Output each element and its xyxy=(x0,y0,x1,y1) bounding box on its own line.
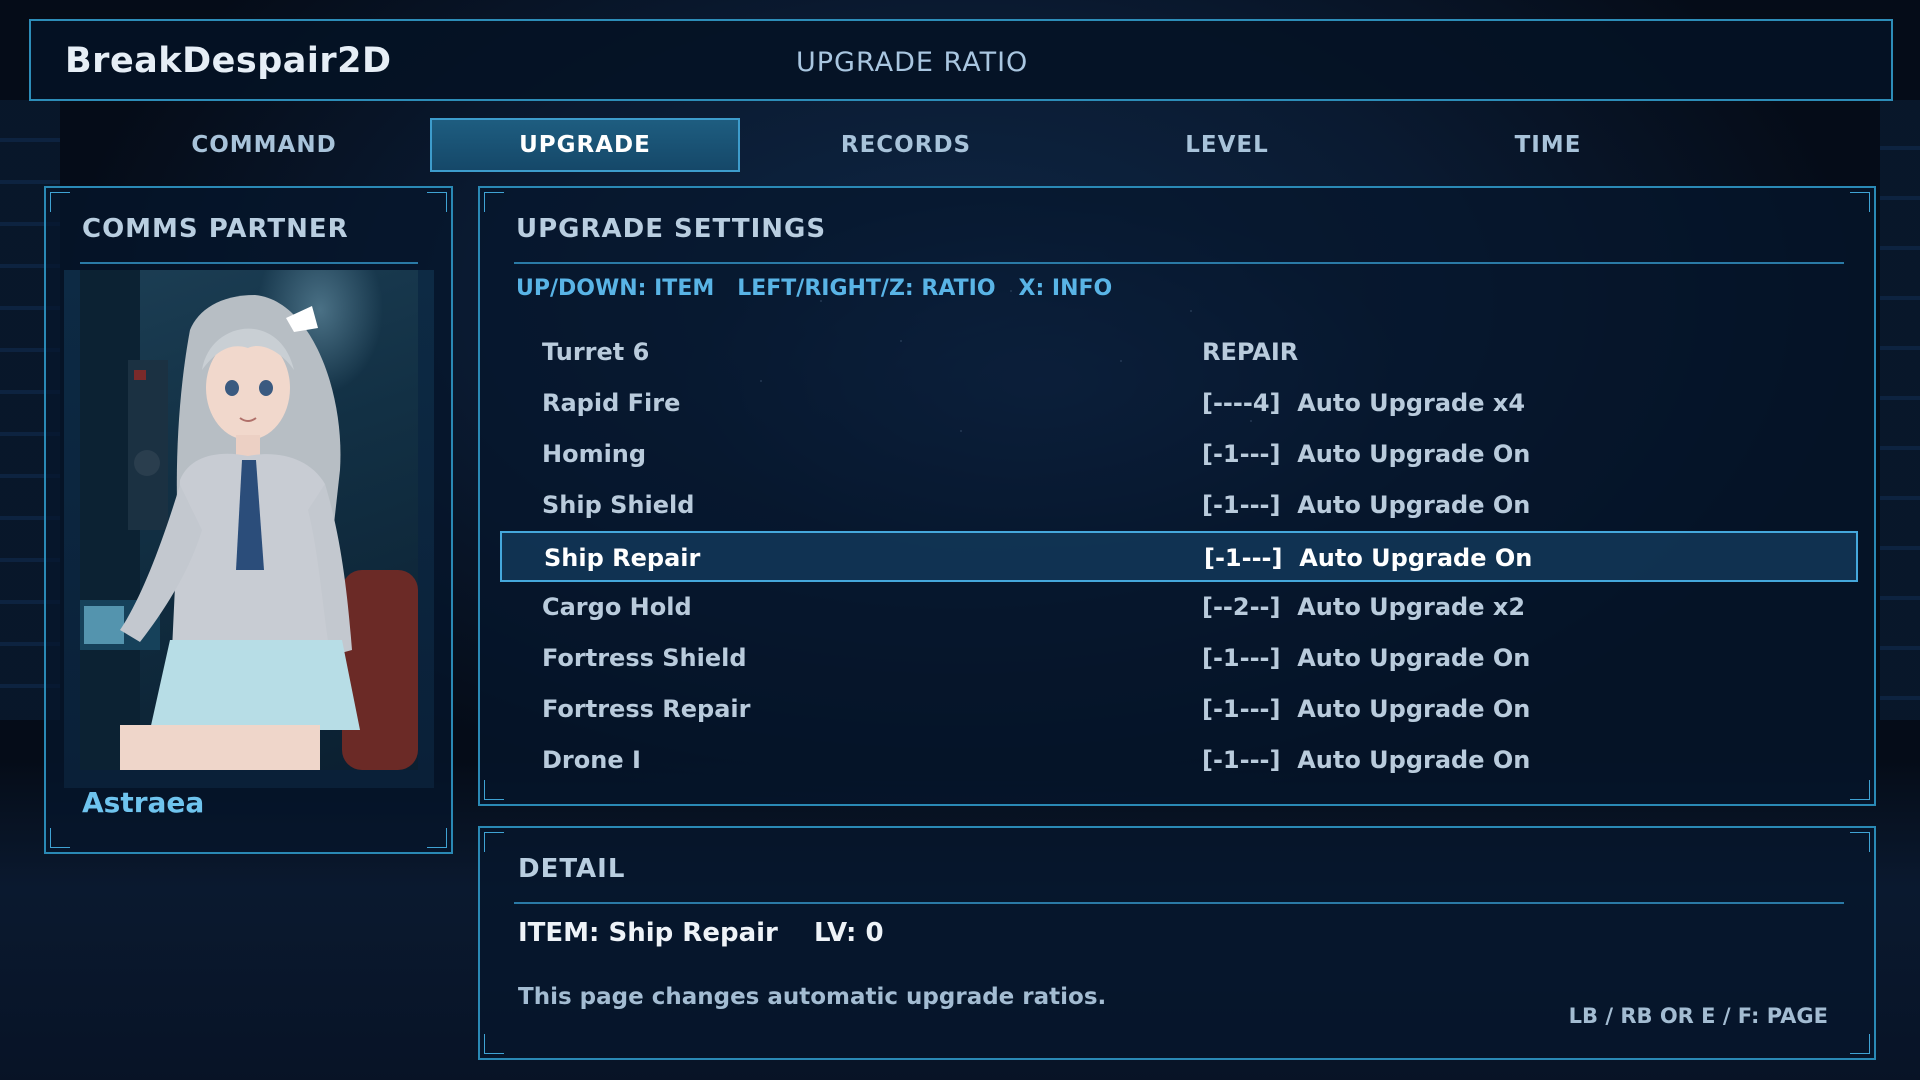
tab-level[interactable]: LEVEL xyxy=(1072,118,1382,172)
upgrade-row-value: [-1---] Auto Upgrade On xyxy=(1202,644,1531,672)
upgrade-row-value: [-1---] Auto Upgrade On xyxy=(1202,491,1531,519)
upgrade-row-fortress-repair[interactable]: Fortress Repair [-1---] Auto Upgrade On xyxy=(500,684,1858,735)
tab-command[interactable]: COMMAND xyxy=(109,118,419,172)
upgrade-row-turret-6[interactable]: Turret 6 REPAIR xyxy=(500,327,1858,378)
upgrade-row-value: [-1---] Auto Upgrade On xyxy=(1202,746,1531,774)
upgrade-row-name: Cargo Hold xyxy=(542,593,692,621)
upgrade-row-drone-i[interactable]: Drone I [-1---] Auto Upgrade On xyxy=(500,735,1858,786)
corner-bracket-icon xyxy=(50,828,70,848)
corner-bracket-icon xyxy=(50,192,70,212)
tab-upgrade[interactable]: UPGRADE xyxy=(430,118,740,172)
corner-bracket-icon xyxy=(427,828,447,848)
background-wall-right xyxy=(1880,100,1920,720)
comms-partner-title: COMMS PARTNER xyxy=(82,214,349,244)
corner-bracket-icon xyxy=(484,1034,504,1054)
divider xyxy=(514,902,1844,904)
upgrade-row-value: [-1---] Auto Upgrade On xyxy=(1202,440,1531,468)
upgrade-row-homing[interactable]: Homing [-1---] Auto Upgrade On xyxy=(500,429,1858,480)
upgrade-row-name: Fortress Repair xyxy=(542,695,751,723)
divider xyxy=(514,262,1844,264)
detail-description: This page changes automatic upgrade rati… xyxy=(518,984,1107,1010)
corner-bracket-icon xyxy=(484,832,504,852)
divider xyxy=(80,262,418,264)
upgrade-row-name: Homing xyxy=(542,440,647,468)
upgrade-row-value: REPAIR xyxy=(1202,338,1299,366)
portrait-frame xyxy=(64,270,434,788)
partner-name: Astraea xyxy=(82,786,205,819)
detail-panel: DETAIL ITEM: Ship Repair LV: 0 This page… xyxy=(478,826,1876,1060)
upgrade-settings-panel: UPGRADE SETTINGS UP/DOWN: ITEM LEFT/RIGH… xyxy=(478,186,1876,806)
detail-title: DETAIL xyxy=(518,854,626,884)
upgrade-row-name: Ship Shield xyxy=(542,491,695,519)
upgrade-row-name: Drone I xyxy=(542,746,641,774)
tab-records[interactable]: RECORDS xyxy=(751,118,1061,172)
tab-bar: COMMAND UPGRADE RECORDS LEVEL TIME xyxy=(0,118,1920,172)
upgrade-row-ship-repair[interactable]: Ship Repair [-1---] Auto Upgrade On xyxy=(500,531,1858,582)
upgrade-row-name: Ship Repair xyxy=(544,544,701,572)
upgrade-row-value: [--2--] Auto Upgrade x2 xyxy=(1202,593,1526,621)
page-title: UPGRADE RATIO xyxy=(796,47,1029,78)
comms-partner-panel: COMMS PARTNER Astraea xyxy=(44,186,453,854)
corner-bracket-icon xyxy=(1850,832,1870,852)
detail-item-line: ITEM: Ship Repair LV: 0 xyxy=(518,918,884,948)
game-title: BreakDespair2D xyxy=(65,41,392,81)
partner-portrait xyxy=(80,270,418,770)
upgrade-row-ship-shield[interactable]: Ship Shield [-1---] Auto Upgrade On xyxy=(500,480,1858,531)
upgrade-row-cargo-hold[interactable]: Cargo Hold [--2--] Auto Upgrade x2 xyxy=(500,582,1858,633)
corner-bracket-icon xyxy=(484,192,504,212)
upgrade-row-name: Fortress Shield xyxy=(542,644,747,672)
corner-bracket-icon xyxy=(1850,192,1870,212)
upgrade-row-rapid-fire[interactable]: Rapid Fire [----4] Auto Upgrade x4 xyxy=(500,378,1858,429)
upgrade-row-value: [-1---] Auto Upgrade On xyxy=(1202,695,1531,723)
upgrade-row-name: Turret 6 xyxy=(542,338,650,366)
tab-time[interactable]: TIME xyxy=(1393,118,1703,172)
upgrade-row-fortress-shield[interactable]: Fortress Shield [-1---] Auto Upgrade On xyxy=(500,633,1858,684)
header-bar: BreakDespair2D UPGRADE RATIO xyxy=(29,19,1893,101)
corner-bracket-icon xyxy=(427,192,447,212)
upgrade-row-value: [-1---] Auto Upgrade On xyxy=(1204,544,1533,572)
upgrade-row-value: [----4] Auto Upgrade x4 xyxy=(1202,389,1526,417)
page-hint: LB / RB OR E / F: PAGE xyxy=(1568,1004,1828,1028)
upgrade-row-name: Rapid Fire xyxy=(542,389,681,417)
corner-bracket-icon xyxy=(1850,1034,1870,1054)
controls-hint: UP/DOWN: ITEM LEFT/RIGHT/Z: RATIO X: INF… xyxy=(516,276,1113,301)
upgrade-settings-title: UPGRADE SETTINGS xyxy=(516,214,827,244)
